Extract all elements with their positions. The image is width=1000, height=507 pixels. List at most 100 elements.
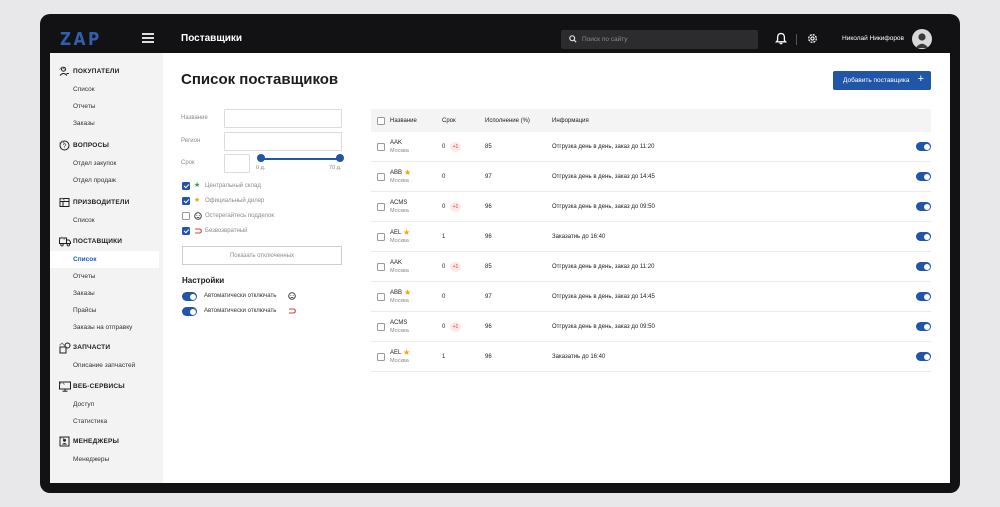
table-row[interactable]: AAK Москва 0 +1 85 Отгрузка день в день,…	[371, 252, 931, 282]
sidebar-section-title: ПОКУПАТЕЛИ	[73, 68, 120, 75]
supplier-enabled-toggle[interactable]	[916, 232, 931, 241]
sidebar-section-header[interactable]: МЕНЕДЖЕРЫ	[50, 435, 163, 449]
supplier-execution: 96	[485, 234, 492, 240]
gear-icon[interactable]	[806, 32, 819, 45]
table-row[interactable]: ABB ★ Москва 0 97 Отгрузка день в день, …	[371, 282, 931, 312]
chevron-up-icon[interactable]	[59, 236, 65, 240]
orange-star-icon: ★	[194, 197, 201, 204]
row-checkbox[interactable]	[377, 233, 385, 241]
term-range-slider[interactable]	[261, 158, 340, 160]
row-checkbox[interactable]	[377, 143, 385, 151]
supplier-city: Москва	[390, 328, 409, 334]
sidebar-section-header[interactable]: ВЕБ-СЕРВИСЫ	[50, 380, 163, 394]
supplier-enabled-toggle[interactable]	[916, 142, 931, 151]
official-dealer-checkbox[interactable]	[182, 197, 190, 205]
supplier-info: Отгрузка день в день, заказ до 14:45	[552, 174, 655, 180]
supplier-execution: 96	[485, 354, 492, 360]
setting-label: Автоматически отключать	[204, 308, 277, 314]
sidebar-item-access[interactable]: Доступ	[50, 396, 159, 413]
bell-icon[interactable]	[775, 32, 787, 45]
star-icon: ★	[403, 228, 411, 237]
chevron-up-icon[interactable]	[59, 381, 65, 385]
table-row[interactable]: ACMS Москва 0 +1 96 Отгрузка день в день…	[371, 312, 931, 342]
avatar[interactable]	[912, 29, 932, 49]
supplier-city: Москва	[390, 268, 409, 274]
table-row[interactable]: ACMS Москва 0 +1 96 Отгрузка день в день…	[371, 192, 931, 222]
column-header-info[interactable]: Информация	[552, 118, 589, 124]
sidebar-item-managers[interactable]: Менеджеры	[50, 451, 159, 468]
row-checkbox[interactable]	[377, 203, 385, 211]
sidebar-section-header[interactable]: ЗАПЧАСТИ	[50, 341, 163, 355]
chevron-up-icon[interactable]	[59, 197, 65, 201]
auto-disable-toggle[interactable]	[182, 292, 197, 301]
sidebar-item-suppliers-shipping[interactable]: Заказы на отправку	[50, 319, 159, 336]
sidebar-item-purchase-dept[interactable]: Отдел закупок	[50, 155, 159, 172]
term-badge: +1	[450, 202, 461, 212]
sidebar-item-suppliers-list[interactable]: Список	[50, 251, 159, 268]
term-range-min-handle[interactable]	[257, 154, 265, 162]
sidebar-section-header[interactable]: ПРИЗВОДИТЕЛИ	[50, 196, 163, 210]
sidebar-item-suppliers-orders[interactable]: Заказы	[50, 285, 159, 302]
supplier-name: ABB	[390, 290, 403, 296]
page-name: Поставщики	[181, 33, 243, 44]
search-input[interactable]	[582, 30, 752, 49]
sidebar-item-suppliers-prices[interactable]: Прайсы	[50, 302, 159, 319]
table-header: Название Срок Исполнение (%) Информация	[371, 109, 931, 132]
supplier-enabled-toggle[interactable]	[916, 292, 931, 301]
beware-fakes-checkbox[interactable]	[182, 212, 190, 220]
sidebar-section-header[interactable]: ПОСТАВЩИКИ	[50, 235, 163, 249]
sidebar-section-header[interactable]: ПОКУПАТЕЛИ	[50, 65, 163, 79]
zap-logo[interactable]: ZAP	[60, 29, 102, 50]
chevron-up-icon[interactable]	[59, 342, 65, 346]
column-header-execution[interactable]: Исполнение (%)	[485, 118, 530, 124]
sidebar-item-sales-dept[interactable]: Отдел продаж	[50, 172, 159, 189]
auto-disable-toggle[interactable]	[182, 307, 197, 316]
table-row[interactable]: AEL ★ Москва 1 96 Заказатиь до 16:40	[371, 342, 931, 372]
row-checkbox[interactable]	[377, 173, 385, 181]
term-filter-input[interactable]	[224, 154, 250, 173]
name-filter-input[interactable]	[224, 109, 342, 128]
range-max-label: 70 д.	[329, 165, 342, 171]
select-all-checkbox[interactable]	[377, 117, 385, 125]
add-supplier-label: Добавить поставщика	[843, 77, 910, 84]
sidebar-item-customers-reports[interactable]: Отчеты	[50, 98, 159, 115]
supplier-info: Отгрузка день в день, заказ до 09:50	[552, 204, 655, 210]
row-checkbox[interactable]	[377, 263, 385, 271]
chevron-up-icon[interactable]	[59, 66, 65, 70]
chevron-up-icon[interactable]	[59, 140, 65, 144]
sidebar-section-header[interactable]: ? ВОПРОСЫ	[50, 139, 163, 153]
supplier-city: Москва	[390, 298, 409, 304]
sidebar-item-parts-description[interactable]: Описание запчастей	[50, 357, 159, 374]
chevron-up-icon[interactable]	[59, 436, 65, 440]
sidebar-item-statistics[interactable]: Статистика	[50, 413, 159, 430]
sidebar-item-suppliers-reports[interactable]: Отчеты	[50, 268, 159, 285]
show-disabled-button[interactable]: Показать отключенных	[182, 246, 342, 265]
sidebar: ПОКУПАТЕЛИ Список Отчеты Заказы ? ВОПРОС…	[50, 53, 163, 483]
row-checkbox[interactable]	[377, 323, 385, 331]
row-checkbox[interactable]	[377, 353, 385, 361]
table-row[interactable]: ABB ★ Москва 0 97 Отгрузка день в день, …	[371, 162, 931, 192]
term-range-max-handle[interactable]	[336, 154, 344, 162]
sidebar-item-manufacturers-list[interactable]: Список	[50, 212, 159, 229]
supplier-enabled-toggle[interactable]	[916, 172, 931, 181]
region-filter-input[interactable]	[224, 132, 342, 151]
sidebar-section-title: ЗАПЧАСТИ	[73, 344, 111, 351]
add-supplier-button[interactable]: Добавить поставщика +	[833, 71, 931, 90]
column-header-term[interactable]: Срок	[442, 118, 456, 124]
green-star-icon: ★	[194, 182, 201, 189]
supplier-enabled-toggle[interactable]	[916, 322, 931, 331]
column-header-name[interactable]: Название	[390, 118, 417, 124]
supplier-city: Москва	[390, 208, 409, 214]
table-row[interactable]: AAK Москва 0 +1 85 Отгрузка день в день,…	[371, 132, 931, 162]
non-refundable-checkbox[interactable]	[182, 227, 190, 235]
user-name[interactable]: Николай Никифоров	[842, 35, 904, 42]
hamburger-menu-icon[interactable]	[142, 33, 154, 43]
table-row[interactable]: AEL ★ Москва 1 96 Заказатиь до 16:40	[371, 222, 931, 252]
central-warehouse-checkbox[interactable]	[182, 182, 190, 190]
supplier-enabled-toggle[interactable]	[916, 352, 931, 361]
supplier-enabled-toggle[interactable]	[916, 262, 931, 271]
supplier-enabled-toggle[interactable]	[916, 202, 931, 211]
sidebar-item-customers-list[interactable]: Список	[50, 81, 159, 98]
row-checkbox[interactable]	[377, 293, 385, 301]
sidebar-item-customers-orders[interactable]: Заказы	[50, 115, 159, 132]
